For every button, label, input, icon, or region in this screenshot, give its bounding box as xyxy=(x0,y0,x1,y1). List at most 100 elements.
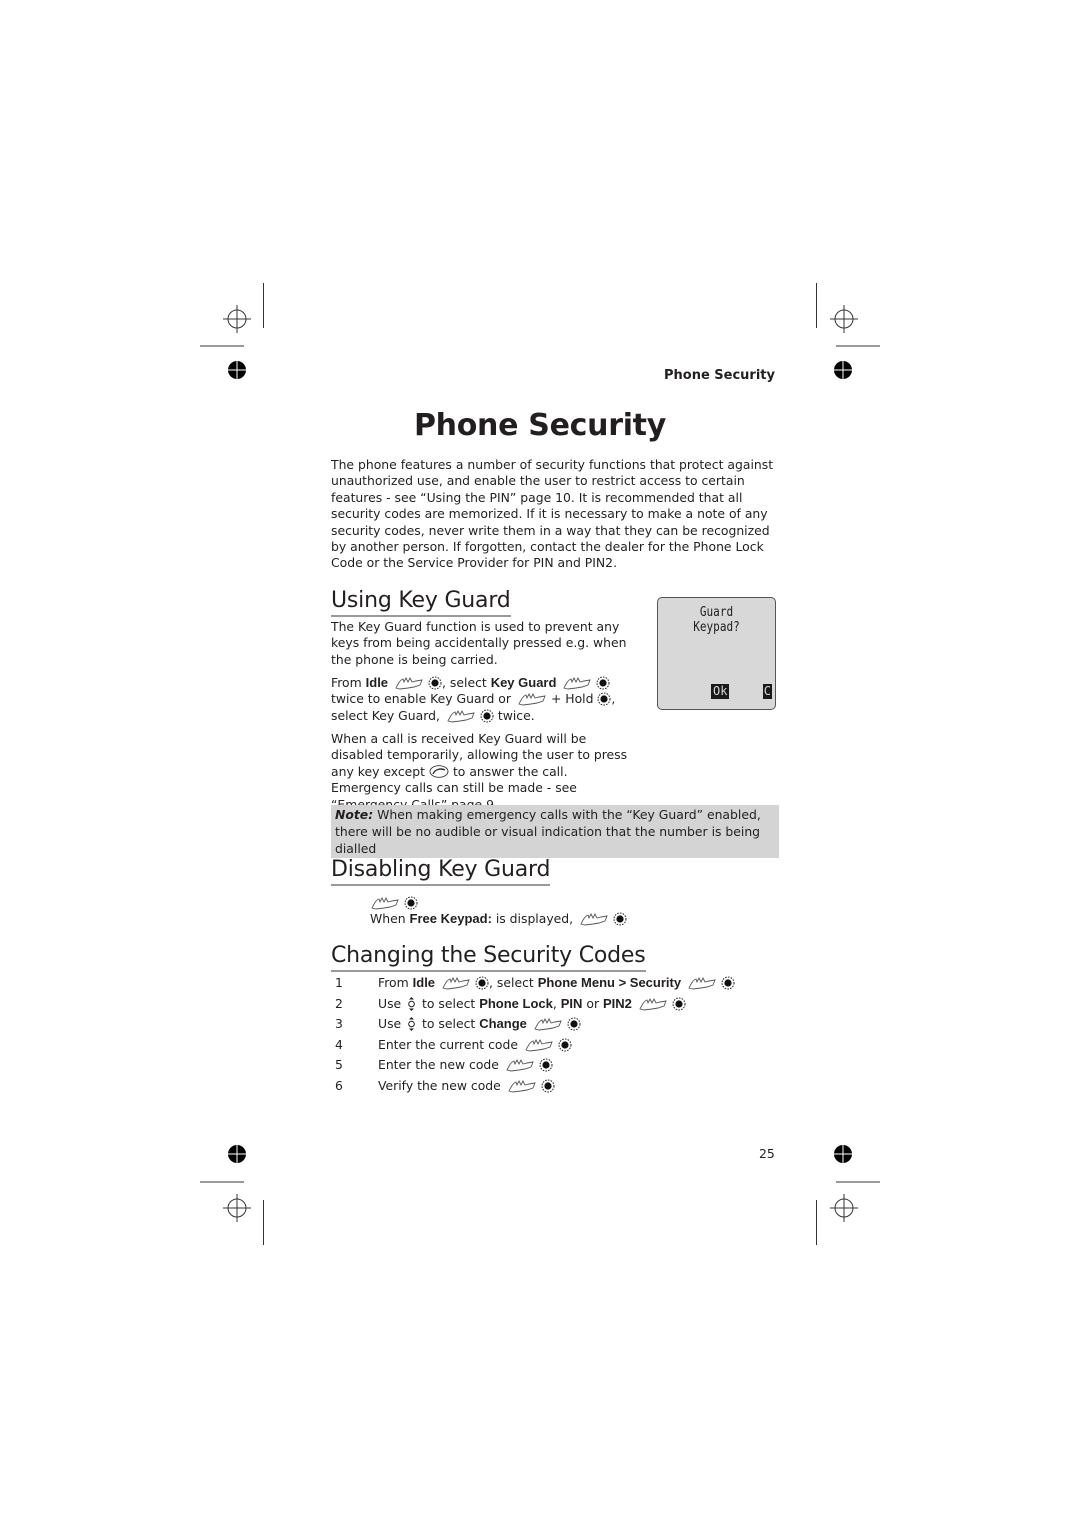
select-key-icon xyxy=(613,912,627,926)
step-text: Enter the new code xyxy=(378,1057,553,1072)
step-text: Verify the new code xyxy=(378,1078,555,1093)
select-key-icon xyxy=(539,1058,553,1072)
crop-line xyxy=(816,1200,817,1245)
navigation-key-icon xyxy=(407,997,416,1011)
step-number: 1 xyxy=(335,975,343,990)
note-box: Note: When making emergency calls with t… xyxy=(331,805,779,858)
select-key-icon xyxy=(428,676,442,690)
section-heading-changing-codes: Changing the Security Codes xyxy=(331,943,646,972)
registration-dot-icon xyxy=(833,360,853,380)
registration-target-icon xyxy=(824,1188,864,1228)
running-head: Phone Security xyxy=(663,368,775,383)
registration-dot-icon xyxy=(227,1144,247,1164)
step-number: 6 xyxy=(335,1077,343,1093)
select-key-icon xyxy=(558,1038,572,1052)
step-text: From Idle , select Phone Menu > Security xyxy=(378,975,735,990)
step-text: Enter the current code xyxy=(378,1037,572,1052)
registration-target-icon xyxy=(217,299,257,339)
registration-target-icon xyxy=(217,1188,257,1228)
step-number: 3 xyxy=(335,1016,343,1032)
hand-icon xyxy=(687,976,717,990)
crop-line xyxy=(836,1181,880,1183)
menu-term: PIN2 xyxy=(603,995,632,1011)
select-key-icon xyxy=(404,896,418,910)
select-key-icon xyxy=(541,1079,555,1093)
registration-dot-icon xyxy=(833,1144,853,1164)
softkey-ok: Ok xyxy=(711,684,730,699)
registration-dot-icon xyxy=(227,360,247,380)
phone-screen-illustration: Guard Keypad? Ok C xyxy=(657,597,776,710)
menu-term: PIN xyxy=(560,995,583,1011)
intro-paragraph: The phone features a number of security … xyxy=(331,457,774,571)
step-number: 2 xyxy=(335,995,343,1011)
step-text-part: , select xyxy=(489,975,538,990)
select-key-icon xyxy=(721,976,735,990)
menu-term: Phone Menu > Security xyxy=(537,975,682,990)
incoming-call-paragraph: When a call is received Key Guard will b… xyxy=(331,731,628,812)
step-text-part: or xyxy=(582,995,603,1011)
menu-term: Change xyxy=(479,1016,527,1032)
key-guard-step-line: twice to enable Key Guard or + Hold , xyxy=(331,691,616,707)
hand-icon xyxy=(517,692,547,706)
key-guard-description: The Key Guard function is used to preven… xyxy=(331,619,627,667)
navigation-key-icon xyxy=(407,1017,416,1031)
key-guard-steps: From Idle, select Key Guard twice to ena… xyxy=(331,675,641,724)
step-number: 5 xyxy=(335,1057,343,1073)
registration-target-icon xyxy=(824,299,864,339)
hand-icon xyxy=(507,1079,537,1093)
disable-key-sequence xyxy=(370,892,418,911)
step-text-part: to select xyxy=(418,1016,480,1032)
screen-line-1: Guard xyxy=(699,605,734,620)
step-text: Use to select Change xyxy=(378,1016,581,1032)
hand-icon xyxy=(505,1058,535,1072)
step-text-part: Enter the new code xyxy=(378,1057,499,1073)
free-keypad-instruction: When Free Keypad: is displayed, xyxy=(370,911,627,926)
step-text-part: , xyxy=(552,995,561,1011)
step-number: 4 xyxy=(335,1036,343,1052)
note-label: Note: xyxy=(335,807,374,822)
select-key-icon xyxy=(672,997,686,1011)
select-key-icon xyxy=(567,1017,581,1031)
page-number: 25 xyxy=(759,1146,775,1161)
step-text-part: From xyxy=(378,975,413,990)
hand-icon xyxy=(638,997,668,1011)
hand-icon xyxy=(524,1038,554,1052)
crop-line xyxy=(263,1200,264,1245)
hand-icon xyxy=(533,1017,563,1031)
key-guard-label: Key Guard xyxy=(490,675,557,690)
hand-icon xyxy=(446,709,476,723)
select-key-icon xyxy=(597,692,611,706)
crop-line xyxy=(200,345,244,347)
crop-line xyxy=(816,283,817,328)
section-heading-disabling-key-guard: Disabling Key Guard xyxy=(331,857,550,886)
hand-icon xyxy=(370,896,400,910)
softkey-clear: C xyxy=(762,684,772,699)
section-heading-using-key-guard: Using Key Guard xyxy=(331,588,511,617)
screen-line-2: Keypad? xyxy=(693,620,740,635)
hand-icon xyxy=(441,976,471,990)
select-key-icon xyxy=(596,676,610,690)
step-text-part: Use xyxy=(378,995,402,1011)
crop-line xyxy=(836,345,880,347)
menu-term: Phone Lock xyxy=(479,995,553,1011)
step-text-part: to select xyxy=(418,995,480,1011)
key-guard-step-line: select Key Guard, twice. xyxy=(331,707,535,723)
hand-icon xyxy=(562,676,592,690)
idle-label: Idle xyxy=(365,675,389,690)
step-text-part: Enter the current code xyxy=(378,1036,518,1052)
step-text-part: Verify the new code xyxy=(378,1077,501,1093)
call-key-icon xyxy=(429,765,449,778)
hand-icon xyxy=(579,912,609,926)
step-text-part: Use xyxy=(378,1016,402,1032)
free-keypad-label: Free Keypad: xyxy=(409,911,492,926)
note-text: When making emergency calls with the “Ke… xyxy=(335,807,761,856)
hand-icon xyxy=(394,676,424,690)
page-title: Phone Security xyxy=(414,408,666,443)
step-text: Use to select Phone Lock, PIN or PIN2 xyxy=(378,996,686,1011)
crop-line xyxy=(263,283,264,328)
crop-line xyxy=(200,1181,244,1183)
select-key-icon xyxy=(480,709,494,723)
menu-term: Idle xyxy=(412,975,436,990)
select-key-icon xyxy=(475,976,489,990)
key-guard-step-line: From Idle, select Key Guard xyxy=(331,675,641,691)
